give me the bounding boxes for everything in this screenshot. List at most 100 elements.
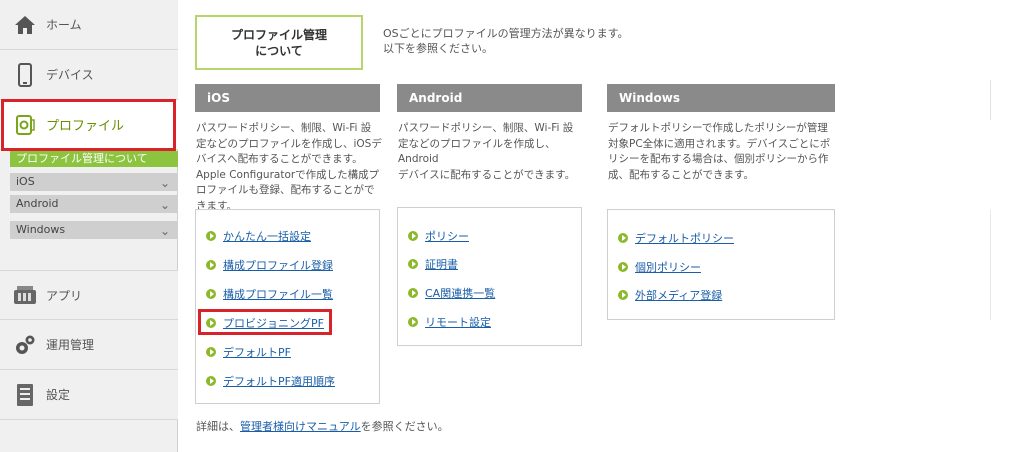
- link-text[interactable]: かんたん一括設定: [223, 228, 311, 244]
- divider: [990, 210, 991, 320]
- link-provisioning-pf[interactable]: プロビジョニングPF: [206, 315, 324, 331]
- sidebar-subitem-android[interactable]: Android ⌄: [10, 195, 178, 213]
- link-text[interactable]: CA関連携一覧: [425, 285, 495, 301]
- nav-item-operations[interactable]: 運用管理: [0, 320, 178, 370]
- desc-line: パスワードポリシー、制限、Wi-Fi 設: [398, 122, 574, 134]
- windows-links-panel: デフォルトポリシー 個別ポリシー 外部メディア登録: [607, 209, 835, 320]
- link-text[interactable]: デフォルトPF: [223, 344, 291, 360]
- link-individual-policy[interactable]: 個別ポリシー: [618, 259, 701, 275]
- desc-line: バイスへ配布することができます。: [196, 153, 363, 165]
- admin-manual-link[interactable]: 管理者様向けマニュアル: [240, 420, 361, 433]
- link-text[interactable]: リモート設定: [425, 314, 491, 330]
- link-text[interactable]: 証明書: [425, 256, 458, 272]
- ios-links-panel: かんたん一括設定 構成プロファイル登録 構成プロファイル一覧 プロビジョニングP…: [195, 209, 380, 404]
- arrow-bullet-icon: [408, 317, 418, 327]
- nav-item-settings[interactable]: 設定: [0, 370, 178, 420]
- link-text[interactable]: デフォルトポリシー: [635, 230, 734, 246]
- ios-description: パスワードポリシー、制限、Wi-Fi 設 定などのプロファイルを作成し、iOSデ…: [196, 121, 386, 214]
- nav-label: アプリ: [46, 288, 83, 303]
- nav-item-profile[interactable]: プロファイル: [0, 100, 178, 150]
- link-certificate[interactable]: 証明書: [408, 256, 458, 272]
- link-default-pf[interactable]: デフォルトPF: [206, 344, 291, 360]
- nav-item-home[interactable]: ホーム: [0, 0, 178, 50]
- nav-label: プロファイル: [46, 119, 125, 134]
- desc-line: リシーを配布する場合は、個別ポリシーから作: [608, 153, 829, 165]
- sub-label: Android: [16, 197, 59, 210]
- arrow-bullet-icon: [206, 347, 216, 357]
- intro-text: OSごとにプロファイルの管理方法が異なります。 以下を参照ください。: [383, 26, 629, 56]
- arrow-bullet-icon: [618, 290, 628, 300]
- nav-item-devices[interactable]: デバイス: [0, 50, 178, 100]
- android-links-panel: ポリシー 証明書 CA関連携一覧 リモート設定: [397, 207, 582, 346]
- nav-label: 運用管理: [46, 338, 95, 352]
- desc-line: Apple Configuratorで作成した構成プ: [196, 168, 380, 181]
- nav-label: 設定: [46, 388, 71, 402]
- desc-line: 定などのプロファイルを作成し、Android: [398, 137, 556, 166]
- arrow-bullet-icon: [206, 376, 216, 386]
- sidebar-subitem-about-profile[interactable]: プロファイル管理について: [10, 151, 178, 167]
- windows-column-header: Windows: [607, 84, 835, 112]
- link-text[interactable]: 構成プロファイル一覧: [223, 286, 333, 302]
- nav-item-apps[interactable]: アプリ: [0, 270, 178, 320]
- desc-line: デフォルトポリシーで作成したポリシーが管理: [608, 122, 828, 134]
- arrow-bullet-icon: [618, 262, 628, 272]
- link-text[interactable]: 外部メディア登録: [635, 287, 722, 303]
- chevron-down-icon: ⌄: [159, 176, 170, 190]
- desc-line: 定などのプロファイルを作成し、iOSデ: [196, 137, 382, 150]
- arrow-bullet-icon: [408, 231, 418, 241]
- nav-label: デバイス: [46, 68, 94, 82]
- profile-icon: [12, 112, 38, 138]
- smartphone-icon: [12, 62, 38, 88]
- chevron-down-icon: ⌄: [159, 198, 170, 212]
- link-text[interactable]: 構成プロファイル登録: [223, 257, 333, 273]
- link-config-profile-list[interactable]: 構成プロファイル一覧: [206, 286, 333, 302]
- desc-line: 成、配布することができます。: [608, 168, 754, 181]
- sub-label: iOS: [16, 175, 35, 188]
- apps-icon: [12, 282, 38, 308]
- desc-line: 対象PC全体に適用されます。デバイスごとにポ: [608, 137, 831, 150]
- link-external-media[interactable]: 外部メディア登録: [618, 287, 722, 303]
- divider: [990, 80, 991, 120]
- sidebar-subitem-windows[interactable]: Windows ⌄: [10, 221, 178, 239]
- link-default-policy[interactable]: デフォルトポリシー: [618, 230, 734, 246]
- desc-line: ロファイルも登録、配布することがで: [196, 184, 375, 196]
- link-text[interactable]: プロビジョニングPF: [223, 315, 324, 331]
- link-text[interactable]: 個別ポリシー: [635, 259, 701, 275]
- sidebar: ホーム デバイス プロファイル プロファイル管理について iOS ⌄ Andro…: [0, 0, 178, 452]
- arrow-bullet-icon: [206, 260, 216, 270]
- settings-doc-icon: [12, 382, 38, 408]
- intro-line: OSごとにプロファイルの管理方法が異なります。: [383, 27, 629, 40]
- about-line2: について: [255, 43, 303, 58]
- android-description: パスワードポリシー、制限、Wi-Fi 設 定などのプロファイルを作成し、Andr…: [398, 121, 588, 183]
- arrow-bullet-icon: [206, 231, 216, 241]
- desc-line: パスワードポリシー、制限、Wi-Fi 設: [196, 122, 372, 134]
- sidebar-subitem-ios[interactable]: iOS ⌄: [10, 173, 178, 191]
- about-line1: プロファイル管理: [230, 27, 327, 42]
- arrow-bullet-icon: [206, 289, 216, 299]
- ios-column-header: iOS: [195, 84, 380, 112]
- arrow-bullet-icon: [206, 318, 216, 328]
- link-remote-settings[interactable]: リモート設定: [408, 314, 491, 330]
- about-profile-management-button[interactable]: プロファイル管理 について: [195, 15, 363, 70]
- arrow-bullet-icon: [408, 288, 418, 298]
- link-default-pf-order[interactable]: デフォルトPF適用順序: [206, 373, 335, 389]
- desc-line: デバイスに配布することができます。: [398, 168, 576, 181]
- windows-description: デフォルトポリシーで作成したポリシーが管理 対象PC全体に適用されます。デバイス…: [608, 121, 848, 183]
- home-icon: [12, 12, 38, 38]
- nav-label: ホーム: [46, 18, 82, 32]
- android-column-header: Android: [397, 84, 582, 112]
- footer-prefix: 詳細は、: [196, 420, 240, 433]
- link-text[interactable]: ポリシー: [425, 228, 469, 244]
- footer-suffix: を参照ください。: [360, 420, 449, 433]
- link-policy[interactable]: ポリシー: [408, 228, 469, 244]
- link-config-profile-register[interactable]: 構成プロファイル登録: [206, 257, 333, 273]
- link-quick-bulk-settings[interactable]: かんたん一括設定: [206, 228, 311, 244]
- arrow-bullet-icon: [408, 259, 418, 269]
- chevron-down-icon: ⌄: [159, 224, 170, 238]
- arrow-bullet-icon: [618, 233, 628, 243]
- link-ca-integration-list[interactable]: CA関連携一覧: [408, 285, 495, 301]
- gears-icon: [12, 332, 38, 358]
- footer-note: 詳細は、管理者様向けマニュアルを参照ください。: [196, 418, 449, 434]
- link-text[interactable]: デフォルトPF適用順序: [223, 373, 335, 389]
- sub-label: Windows: [16, 223, 66, 236]
